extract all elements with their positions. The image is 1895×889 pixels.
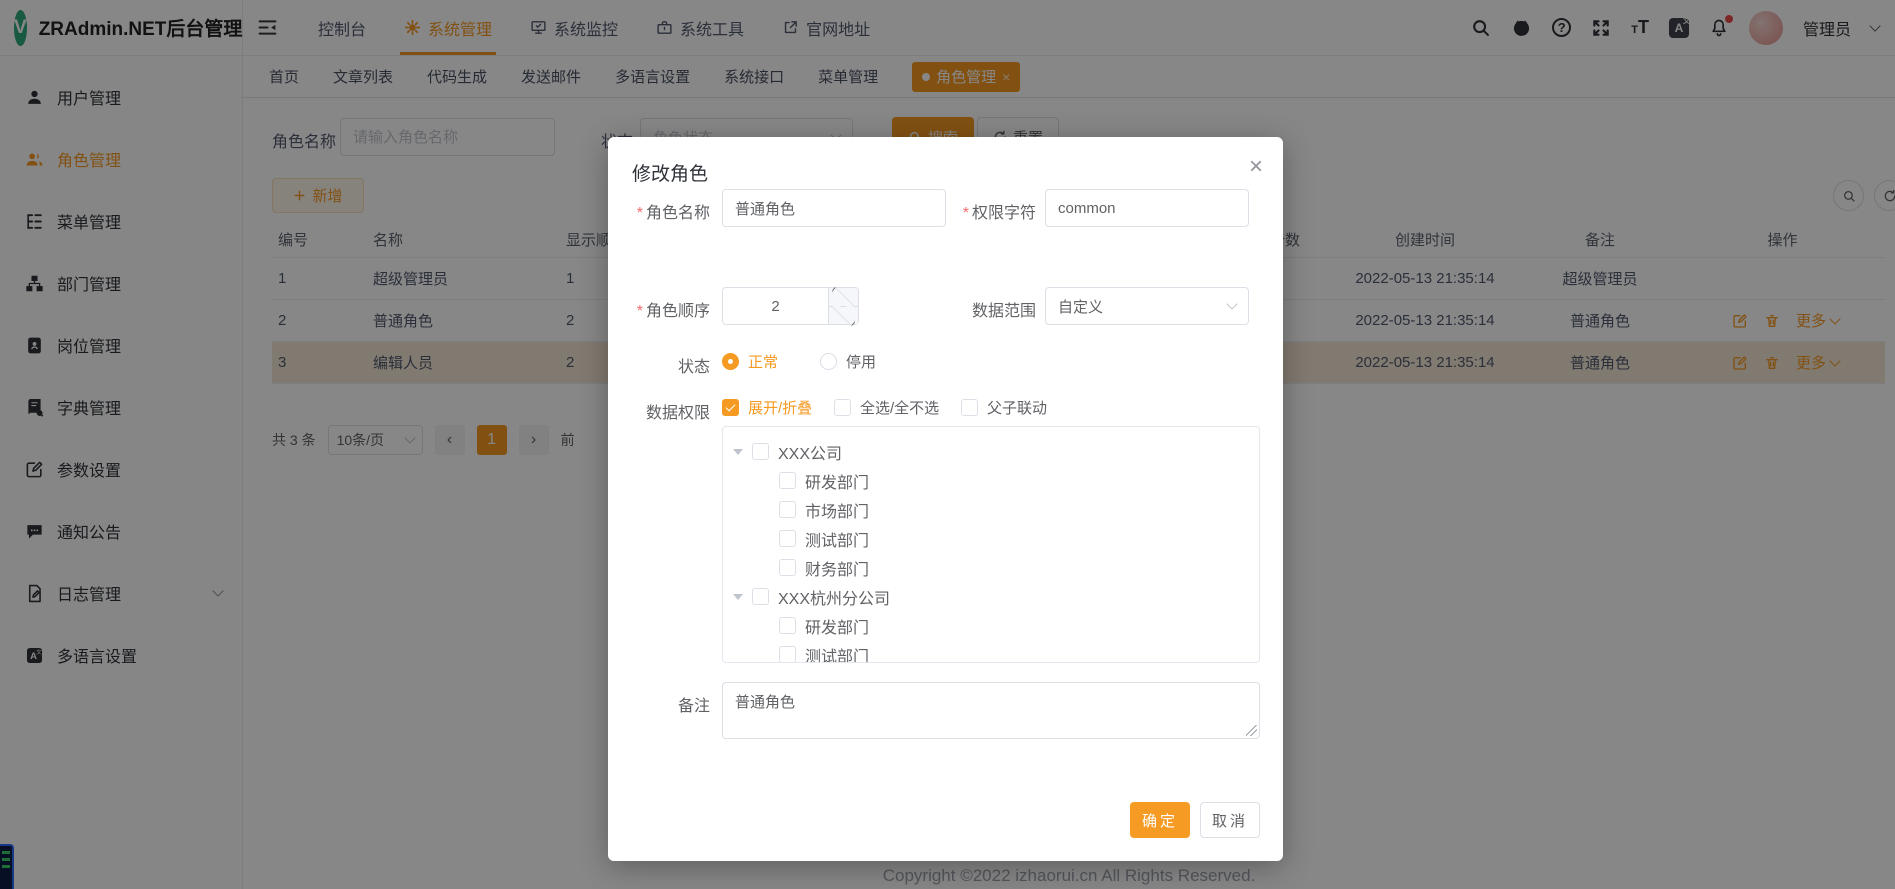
tree-node-parent[interactable]: XXX杭州分公司 — [733, 582, 1259, 611]
perm-char-field-label: *权限字符 — [950, 199, 1036, 223]
role-name-input[interactable] — [722, 189, 946, 227]
tree-node-child[interactable]: 研发部门 — [733, 466, 1259, 495]
status-radio-normal[interactable]: 正常 — [722, 351, 778, 372]
chevron-down-icon — [1226, 298, 1237, 309]
tree-caret-icon[interactable] — [733, 594, 743, 600]
textarea-resize-handle[interactable] — [1246, 725, 1257, 736]
role-order-field-label: *角色顺序 — [618, 297, 710, 321]
radio-icon — [820, 353, 837, 370]
data-scope-field-label: 数据范围 — [950, 297, 1036, 321]
checkbox-icon[interactable] — [779, 501, 796, 518]
tree-node-child[interactable]: 测试部门 — [733, 524, 1259, 553]
checkbox-icon[interactable] — [779, 530, 796, 547]
role-order-value: 2 — [723, 288, 828, 324]
tree-node-child[interactable]: 财务部门 — [733, 553, 1259, 582]
checkbox-icon[interactable] — [779, 617, 796, 634]
status-field-label: 状态 — [618, 353, 710, 377]
data-scope-select[interactable]: 自定义 — [1045, 287, 1249, 325]
checkbox-icon[interactable] — [779, 559, 796, 576]
checkbox-icon — [834, 399, 851, 416]
department-tree: XXX公司 研发部门 市场部门 测试部门 财务部门 XXX杭州分公司 — [722, 426, 1260, 663]
remark-field-label: 备注 — [618, 692, 710, 716]
parent-child-link-checkbox[interactable]: 父子联动 — [961, 397, 1047, 418]
checkbox-icon[interactable] — [779, 646, 796, 663]
select-all-checkbox[interactable]: 全选/全不选 — [834, 397, 939, 418]
checkbox-icon[interactable] — [779, 472, 796, 489]
checkbox-checked-icon — [722, 399, 739, 416]
data-permission-label: 数据权限 — [618, 399, 710, 423]
tree-node-child[interactable]: 测试部门 — [733, 640, 1259, 663]
radio-selected-icon — [722, 353, 739, 370]
remark-textarea[interactable]: 普通角色 — [722, 682, 1260, 739]
app: V ZRAdmin.NET后台管理 控制台 系统管理 系统监控 系统工具 — [0, 0, 1895, 889]
checkbox-icon[interactable] — [752, 588, 769, 605]
edit-role-dialog: 修改角色 × *角色名称 *权限字符 *角色顺序 2 数据范围 自定义 状态 正… — [608, 137, 1283, 861]
tree-node-child[interactable]: 研发部门 — [733, 611, 1259, 640]
checkbox-icon — [961, 399, 978, 416]
expand-collapse-checkbox[interactable]: 展开/折叠 — [722, 397, 812, 418]
status-radio-disabled[interactable]: 停用 — [820, 351, 876, 372]
role-order-stepper[interactable]: 2 — [722, 287, 859, 325]
tree-node-child[interactable]: 市场部门 — [733, 495, 1259, 524]
cancel-button[interactable]: 取消 — [1200, 802, 1260, 838]
perm-char-input[interactable] — [1045, 189, 1249, 227]
tree-caret-icon[interactable] — [733, 449, 743, 455]
dialog-title: 修改角色 — [632, 159, 708, 186]
close-icon[interactable]: × — [1249, 153, 1263, 181]
confirm-button[interactable]: 确定 — [1130, 802, 1190, 838]
tree-node-parent[interactable]: XXX公司 — [733, 437, 1259, 466]
checkbox-icon[interactable] — [752, 443, 769, 460]
role-name-field-label: *角色名称 — [618, 199, 710, 223]
